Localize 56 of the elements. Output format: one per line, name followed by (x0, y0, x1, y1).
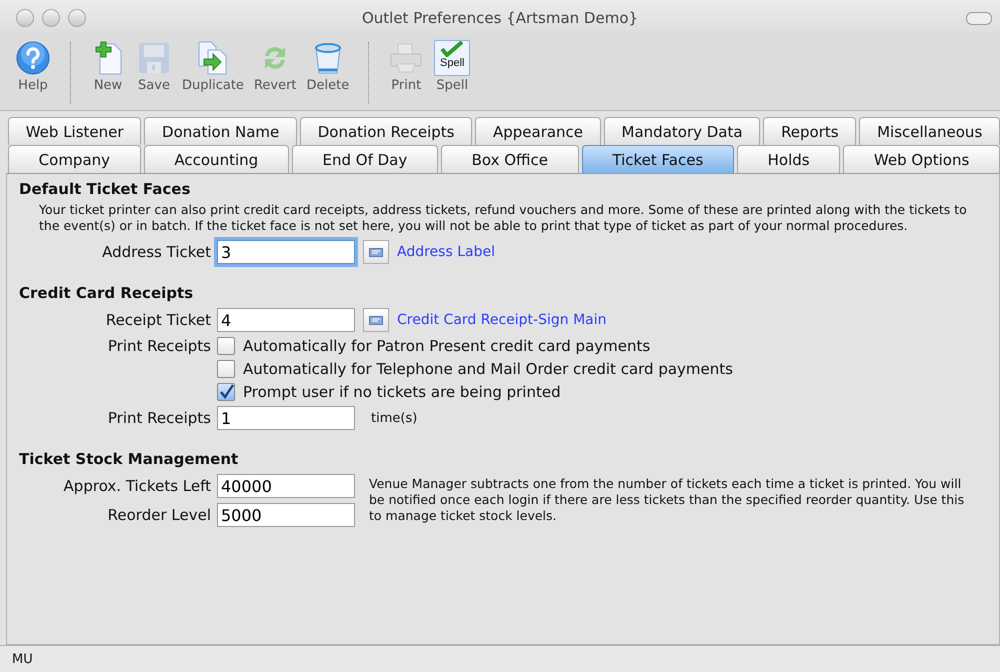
help-text: Venue Manager subtracts one from the number of tickets each time a ticket is printed. You will be notified once each login if there are less tickets than the specified reorder quantity. Use this to manage ticket stock levels. (369, 476, 966, 524)
spell-check-icon: Spell (434, 40, 470, 76)
toolbar-button[interactable]: Duplicate (178, 38, 248, 93)
section-heading: Credit Card Receipts (19, 284, 194, 302)
ticket-picker-button[interactable] (363, 240, 389, 264)
tab[interactable]: Donation Receipts (300, 117, 472, 145)
toolbar-button[interactable]: Spell Spell (430, 38, 474, 93)
toolbar-toggle-button[interactable] (966, 12, 992, 24)
ticket-face-link[interactable]: Address Label (397, 244, 495, 260)
tab[interactable]: Accounting (144, 145, 289, 173)
window-control-button[interactable] (16, 9, 34, 27)
tab[interactable]: Holds (736, 145, 840, 173)
tab[interactable]: Miscellaneous (859, 117, 1000, 145)
text-field[interactable]: 1 (217, 406, 355, 430)
window-control-button[interactable] (68, 9, 86, 27)
checkbox[interactable] (217, 360, 235, 378)
tab[interactable]: Donation Name (144, 117, 297, 145)
ticket-face-link[interactable]: Credit Card Receipt-Sign Main (397, 312, 607, 328)
field-label: Print Receipts (106, 409, 211, 427)
ticket-icon (369, 316, 383, 324)
toolbar-button[interactable]: Delete (302, 38, 354, 93)
checkbox[interactable] (217, 383, 235, 401)
tab[interactable]: Ticket Faces (582, 145, 734, 173)
toolbar-button[interactable]: Help (11, 38, 55, 93)
ticket-picker-button[interactable] (363, 308, 389, 332)
field-label: Receipt Ticket (104, 311, 211, 329)
tab[interactable]: Appearance (475, 117, 601, 145)
field-label: Reorder Level (106, 506, 211, 524)
tab[interactable]: Web Listener (8, 117, 142, 145)
field-label: Print Receipts (106, 337, 211, 355)
window-control-button[interactable] (42, 9, 60, 27)
section-description: Your ticket printer can also print credit card receipts, address tickets, refund vouchers and more. Some of these are printed along with the tickets to the event(s) or in batch. If the ticket face is not set here, you will not be able to print that type of ticket as part of your normal procedures. (39, 202, 967, 234)
checkbox-label: Automatically for Telephone and Mail Order credit card payments (243, 360, 733, 378)
tab[interactable]: Web Options (843, 145, 1000, 173)
section-heading: Default Ticket Faces (19, 180, 192, 198)
field-label: Address Ticket (101, 243, 211, 261)
ticket-icon (369, 248, 383, 256)
field-label: Approx. Tickets Left (62, 477, 211, 495)
tab[interactable]: Company (8, 145, 141, 173)
tab[interactable]: Reports (763, 117, 856, 145)
text-field[interactable]: 5000 (217, 503, 355, 527)
text-field[interactable]: 4 (217, 308, 355, 332)
unit-label: time(s) (371, 410, 418, 426)
window-title: Outlet Preferences {Artsman Demo} (362, 9, 638, 27)
text-field[interactable]: 40000 (217, 474, 355, 498)
toolbar-button[interactable]: New (86, 38, 130, 93)
section-heading: Ticket Stock Management (19, 450, 240, 468)
tab[interactable]: Box Office (440, 145, 579, 173)
checkbox[interactable] (217, 337, 235, 355)
help-icon (15, 40, 51, 76)
checkbox-label: Prompt user if no tickets are being printed (243, 383, 561, 401)
text-field[interactable]: 3 (217, 240, 355, 264)
tab[interactable]: End Of Day (292, 145, 438, 173)
tab[interactable]: Mandatory Data (604, 117, 760, 145)
checkbox-label: Automatically for Patron Present credit card payments (243, 337, 650, 355)
status-text: MU (12, 652, 33, 666)
